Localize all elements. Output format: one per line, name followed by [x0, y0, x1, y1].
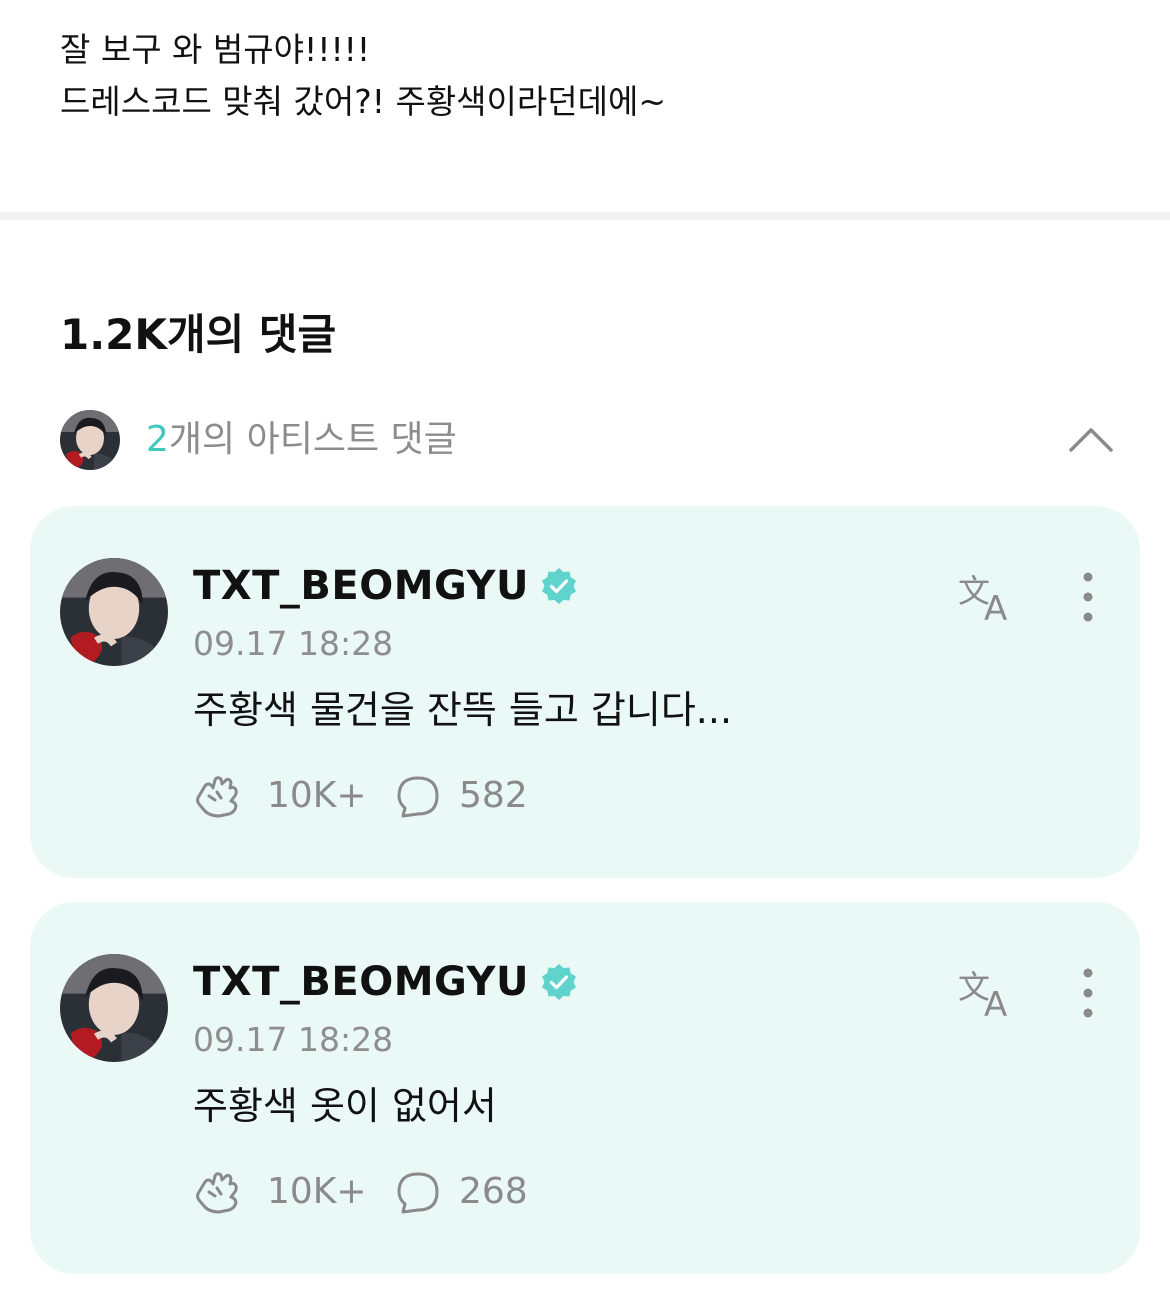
reply-count: 268: [459, 1171, 528, 1212]
artist-comments-label: 2개의 아티스트 댓글: [146, 414, 457, 466]
verified-badge-icon: [540, 567, 578, 605]
comment-text: 주황색 물건을 잔뜩 들고 갑니다...: [193, 688, 733, 732]
reply-button[interactable]: 268: [395, 1164, 545, 1220]
post-text-line-2: 드레스코드 맞춰 갔어?! 주황색이라던데에~: [60, 82, 666, 121]
more-vertical-icon[interactable]: [1076, 568, 1100, 624]
author-name[interactable]: TXT_BEOMGYU: [193, 558, 529, 614]
speech-bubble-icon: [397, 776, 439, 818]
artist-comments-count: 2: [146, 419, 169, 460]
reply-count: 582: [459, 775, 528, 816]
reply-button[interactable]: 582: [395, 768, 545, 824]
comment-text: 주황색 옷이 없어서: [193, 1084, 497, 1128]
cheer-hand-icon: [196, 1172, 238, 1214]
translate-icon[interactable]: 文 A: [956, 568, 1018, 629]
section-divider: [0, 212, 1170, 220]
artist-comment-card: TXT_BEOMGYU 09.17 18:28 주황색 옷이 없어서 10K+ …: [30, 902, 1140, 1274]
cheer-button[interactable]: 10K+: [193, 1164, 367, 1220]
comments-count-title: 1.2K개의 댓글: [60, 310, 337, 359]
post-text-line-1: 잘 보구 와 범규야!!!!!: [60, 30, 371, 69]
artist-comments-summary[interactable]: 2개의 아티스트 댓글: [60, 408, 1120, 472]
comment-timestamp: 09.17 18:28: [193, 1020, 394, 1059]
artist-comments-label-text: 개의 아티스트 댓글: [168, 419, 457, 460]
author-name[interactable]: TXT_BEOMGYU: [193, 954, 529, 1010]
verified-badge-icon: [540, 963, 578, 1001]
svg-text:A: A: [984, 985, 1007, 1020]
author-row: TXT_BEOMGYU: [193, 954, 578, 1010]
chevron-up-icon[interactable]: [1066, 418, 1116, 462]
svg-text:A: A: [984, 589, 1007, 624]
artist-avatar: [60, 410, 120, 470]
translate-icon[interactable]: 文 A: [956, 964, 1018, 1025]
speech-bubble-icon: [397, 1172, 439, 1214]
post-body: 잘 보구 와 범규야!!!!! 드레스코드 맞춰 갔어?! 주황색이라던데에~: [60, 24, 1120, 128]
cheer-hand-icon: [196, 776, 238, 818]
author-row: TXT_BEOMGYU: [193, 558, 578, 614]
cheer-count: 10K+: [267, 775, 367, 816]
author-avatar[interactable]: [60, 954, 168, 1062]
artist-comment-card: TXT_BEOMGYU 09.17 18:28 주황색 물건을 잔뜩 들고 갑니…: [30, 506, 1140, 878]
author-avatar[interactable]: [60, 558, 168, 666]
more-vertical-icon[interactable]: [1076, 964, 1100, 1020]
cheer-button[interactable]: 10K+: [193, 768, 367, 824]
comment-timestamp: 09.17 18:28: [193, 624, 394, 663]
cheer-count: 10K+: [267, 1171, 367, 1212]
